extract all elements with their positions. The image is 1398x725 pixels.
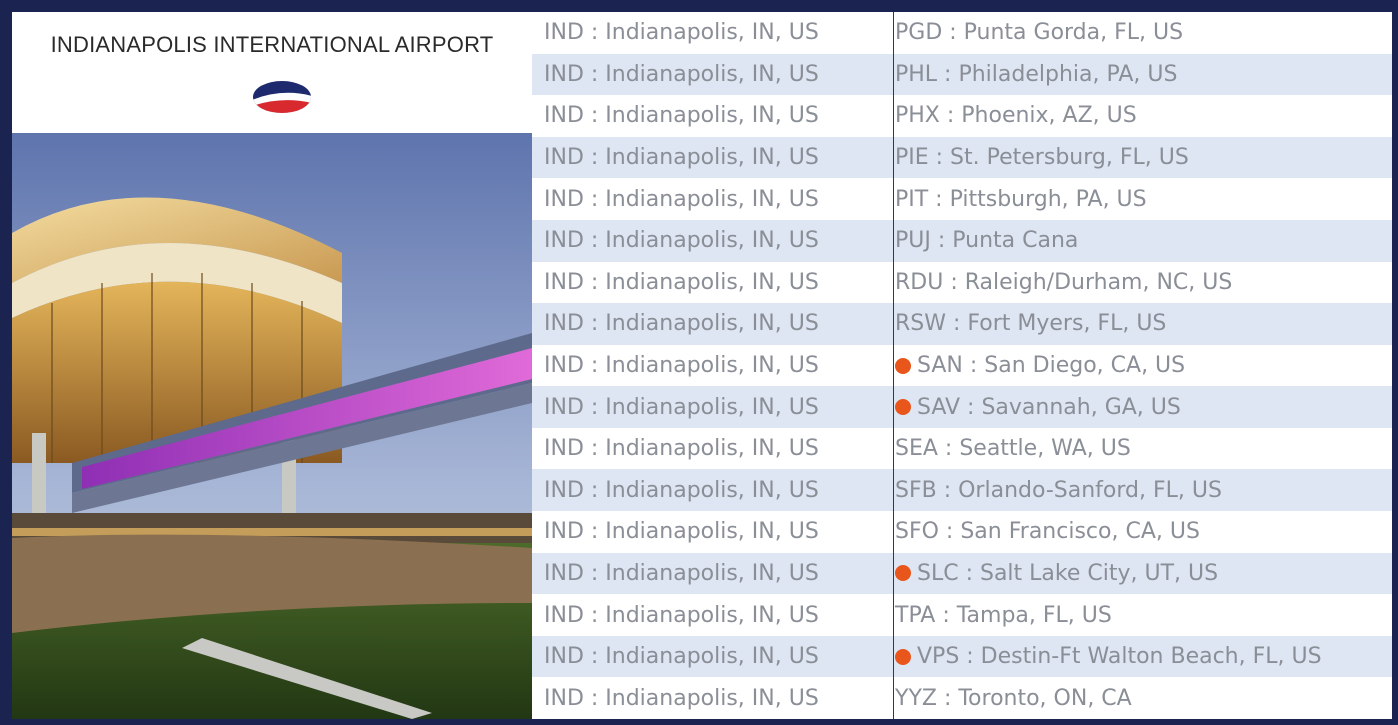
origin-cell: IND : Indianapolis, IN, US bbox=[544, 644, 819, 670]
destination-cell: SAV : Savannah, GA, US bbox=[885, 386, 1392, 428]
destination-label: PHL : Philadelphia, PA, US bbox=[895, 61, 1178, 87]
table-row: IND : Indianapolis, IN, US PHL : Philadel… bbox=[532, 53, 1392, 96]
origin-cell: IND : Indianapolis, IN, US bbox=[544, 477, 819, 503]
table-row: IND : Indianapolis, IN, US TPA : Tampa, F… bbox=[532, 594, 1392, 636]
table-row: IND : Indianapolis, IN, US SLC : Salt Lak… bbox=[532, 552, 1392, 595]
destination-label: RSW : Fort Myers, FL, US bbox=[895, 311, 1167, 337]
destination-cell: PIE : St. Petersburg, FL, US bbox=[885, 137, 1392, 179]
destination-label: SEA : Seattle, WA, US bbox=[895, 436, 1131, 462]
destination-label: PHX : Phoenix, AZ, US bbox=[895, 103, 1137, 129]
destination-cell: PHX : Phoenix, AZ, US bbox=[885, 95, 1392, 137]
origin-cell: IND : Indianapolis, IN, US bbox=[544, 560, 819, 586]
highlight-dot-icon bbox=[895, 565, 911, 582]
table-row: IND : Indianapolis, IN, US RSW : Fort Mye… bbox=[532, 303, 1392, 345]
origin-cell: IND : Indianapolis, IN, US bbox=[544, 436, 819, 462]
destination-cell: VPS : Destin-Ft Walton Beach, FL, US bbox=[885, 636, 1392, 678]
destination-cell: SFB : Orlando-Sanford, FL, US bbox=[885, 469, 1392, 511]
origin-cell: IND : Indianapolis, IN, US bbox=[544, 311, 819, 337]
origin-cell: IND : Indianapolis, IN, US bbox=[544, 103, 819, 129]
origin-cell: IND : Indianapolis, IN, US bbox=[544, 519, 819, 545]
destination-label: SFO : San Francisco, CA, US bbox=[895, 519, 1200, 545]
destination-label: SFB : Orlando-Sanford, FL, US bbox=[895, 477, 1222, 503]
table-row: IND : Indianapolis, IN, US SAN : San Dieg… bbox=[532, 345, 1392, 387]
table-row: IND : Indianapolis, IN, US PUJ : Punta Ca… bbox=[532, 219, 1392, 262]
table-row: IND : Indianapolis, IN, US VPS : Destin-F… bbox=[532, 635, 1392, 678]
destination-cell: YYZ : Toronto, ON, CA bbox=[885, 677, 1392, 719]
table-row: IND : Indianapolis, IN, US YYZ : Toronto,… bbox=[532, 677, 1392, 719]
destination-cell: PUJ : Punta Cana bbox=[885, 220, 1392, 262]
highlight-dot-icon bbox=[895, 648, 911, 665]
origin-cell: IND : Indianapolis, IN, US bbox=[544, 145, 819, 171]
destination-cell: RDU : Raleigh/Durham, NC, US bbox=[885, 261, 1392, 303]
destination-cell: PHL : Philadelphia, PA, US bbox=[885, 53, 1392, 95]
origin-cell: IND : Indianapolis, IN, US bbox=[544, 685, 819, 711]
highlight-dot-icon bbox=[895, 357, 911, 374]
destination-cell: SFO : San Francisco, CA, US bbox=[885, 511, 1392, 553]
destination-label: TPA : Tampa, FL, US bbox=[895, 602, 1112, 628]
origin-cell: IND : Indianapolis, IN, US bbox=[544, 20, 819, 46]
origin-cell: IND : Indianapolis, IN, US bbox=[544, 602, 819, 628]
destination-cell: TPA : Tampa, FL, US bbox=[885, 594, 1392, 636]
destination-label: SAV : Savannah, GA, US bbox=[917, 394, 1181, 420]
origin-cell: IND : Indianapolis, IN, US bbox=[544, 269, 819, 295]
destination-cell: PGD : Punta Gorda, FL, US bbox=[885, 12, 1392, 54]
highlight-dot-icon bbox=[895, 399, 911, 416]
origin-cell: IND : Indianapolis, IN, US bbox=[544, 353, 819, 378]
destination-cell: SEA : Seattle, WA, US bbox=[885, 428, 1392, 470]
origin-cell: IND : Indianapolis, IN, US bbox=[544, 186, 819, 212]
destination-label: SAN : San Diego, CA, US bbox=[917, 353, 1186, 378]
page-frame: INDIANAPOLIS INTERNATIONAL AIRPORT IND:… bbox=[0, 0, 1398, 725]
destination-label: PIT : Pittsburgh, PA, US bbox=[895, 186, 1147, 212]
destination-label: PUJ : Punta Cana bbox=[895, 228, 1079, 254]
origin-cell: IND : Indianapolis, IN, US bbox=[544, 228, 819, 254]
origin-cell: IND : Indianapolis, IN, US bbox=[544, 61, 819, 87]
destination-label: RDU : Raleigh/Durham, NC, US bbox=[895, 269, 1233, 295]
route-table: IND : Indianapolis, IN, US PGD : Punta Go… bbox=[532, 12, 1392, 719]
table-row: IND : Indianapolis, IN, US SFO : San Fran… bbox=[532, 511, 1392, 553]
terminal-photo bbox=[12, 133, 532, 719]
table-row: IND : Indianapolis, IN, US SAV : Savannah… bbox=[532, 386, 1392, 428]
airport-title: INDIANAPOLIS INTERNATIONAL AIRPORT bbox=[50, 32, 494, 57]
table-row: IND : Indianapolis, IN, US SFB : Orlando-… bbox=[532, 469, 1392, 512]
destination-cell: RSW : Fort Myers, FL, US bbox=[885, 303, 1392, 345]
table-row: IND : Indianapolis, IN, US RDU : Raleigh/… bbox=[532, 262, 1392, 304]
table-row: IND : Indianapolis, IN, US PGD : Punta Go… bbox=[532, 12, 1392, 54]
terminal-illustration bbox=[12, 133, 532, 719]
destination-label: VPS : Destin-Ft Walton Beach, FL, US bbox=[917, 644, 1322, 670]
table-row: IND : Indianapolis, IN, US PIE : St. Pete… bbox=[532, 136, 1392, 179]
brand-panel: INDIANAPOLIS INTERNATIONAL AIRPORT bbox=[12, 12, 532, 133]
table-row: IND : Indianapolis, IN, US PHX : Phoenix,… bbox=[532, 95, 1392, 137]
origin-cell: IND : Indianapolis, IN, US bbox=[544, 394, 819, 420]
destination-cell: PIT : Pittsburgh, PA, US bbox=[885, 178, 1392, 220]
destination-label: YYZ : Toronto, ON, CA bbox=[895, 685, 1132, 711]
destination-label: SLC : Salt Lake City, UT, US bbox=[917, 560, 1219, 586]
destination-cell: SLC : Salt Lake City, UT, US bbox=[885, 552, 1392, 594]
destination-label: PIE : St. Petersburg, FL, US bbox=[895, 145, 1189, 171]
destination-cell: SAN : San Diego, CA, US bbox=[885, 345, 1392, 387]
destination-label: PGD : Punta Gorda, FL, US bbox=[895, 20, 1184, 46]
column-divider bbox=[893, 12, 894, 719]
airline-logo-icon bbox=[253, 81, 311, 113]
table-row: IND : Indianapolis, IN, US PIT : Pittsbur… bbox=[532, 178, 1392, 220]
table-row: IND : Indianapolis, IN, US SEA : Seattle,… bbox=[532, 428, 1392, 470]
